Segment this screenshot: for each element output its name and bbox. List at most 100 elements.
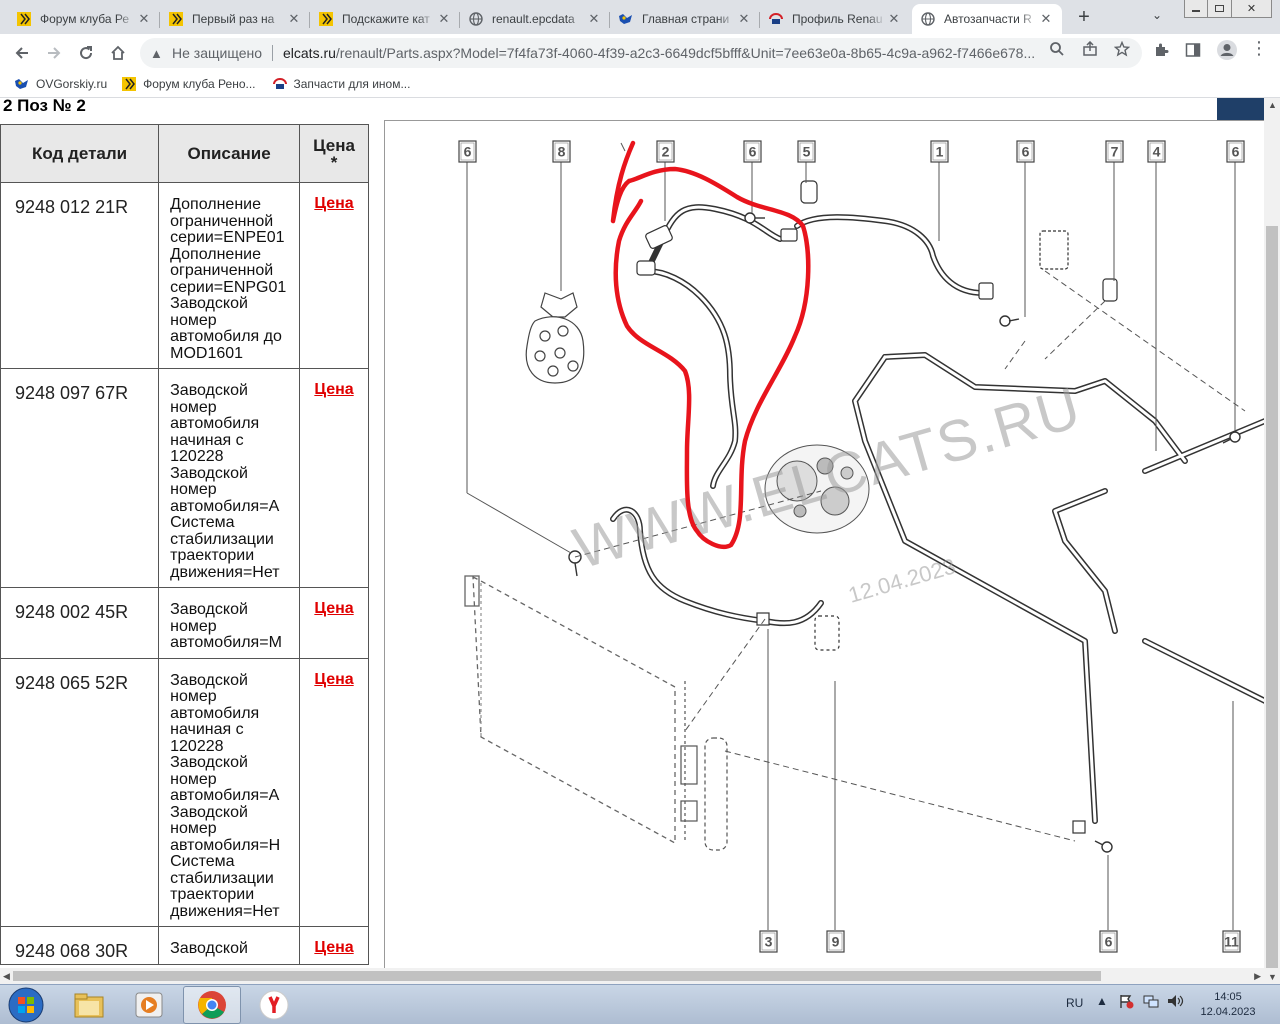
security-label[interactable]: Не защищено (172, 45, 262, 61)
description-line: Заводской (170, 464, 248, 482)
restore-button[interactable] (1208, 0, 1232, 18)
tab-profile-renault[interactable]: Профиль Renau ✕ (760, 4, 910, 34)
taskbar-media-player[interactable] (120, 986, 178, 1024)
tab-main-page[interactable]: Главная страни ✕ (610, 4, 760, 34)
callout-box[interactable]: 3 (759, 930, 778, 953)
minimize-button[interactable] (1184, 0, 1208, 18)
close-window-button[interactable]: ✕ (1232, 0, 1272, 18)
description-line: движения=Нет (170, 563, 280, 581)
taskbar-yandex[interactable] (245, 986, 303, 1024)
vertical-scroll-thumb[interactable] (1266, 226, 1278, 968)
window-controls: ✕ (1184, 0, 1272, 20)
bookmark-parts[interactable]: Запчасти для ином... (272, 76, 410, 92)
ovgorskiy-icon (14, 76, 30, 92)
description-line: номер (170, 770, 217, 788)
horizontal-scrollbar[interactable]: ◀ ▶ (0, 968, 1264, 984)
bookmark-label: Форум клуба Рено... (143, 77, 256, 91)
callout-box[interactable]: 7 (1105, 140, 1124, 163)
profile-avatar-icon[interactable] (1216, 39, 1238, 65)
scroll-left-arrow-icon[interactable]: ◀ (3, 971, 10, 982)
watermark-text: WWW.ELCATS.RU (567, 374, 1089, 581)
tab-title: Автозапчасти R (944, 12, 1032, 26)
price-link[interactable]: Цена (314, 671, 353, 688)
tab-strip: Форум клуба Ре ✕ Первый раз на ✕ Подскаж… (0, 0, 1280, 34)
price-link[interactable]: Цена (314, 939, 353, 956)
windows-logo-icon (8, 987, 44, 1023)
system-clock[interactable]: 14:05 12.04.2023 (1196, 990, 1260, 1020)
bookmark-ovgorskiy[interactable]: OVGorskiy.ru (14, 76, 107, 92)
tab-epcdata[interactable]: renault.epcdata ✕ (460, 4, 610, 34)
taskbar-chrome[interactable] (183, 986, 241, 1024)
share-icon[interactable] (1082, 40, 1098, 61)
price-cell: Цена (299, 368, 369, 588)
tab-title: Первый раз на (192, 12, 275, 26)
url-text[interactable]: elcats.ru/renault/Parts.aspx?Model=7f4fa… (283, 45, 1043, 61)
close-icon[interactable]: ✕ (136, 11, 152, 27)
description-line: начиная с (170, 721, 244, 738)
price-link[interactable]: Цена (314, 381, 353, 398)
arrow-left-icon (15, 47, 28, 59)
language-indicator[interactable]: RU (1066, 996, 1083, 1010)
reload-button[interactable] (73, 40, 99, 66)
bookmark-label: OVGorskiy.ru (36, 77, 108, 91)
show-hidden-icons-arrow-icon[interactable]: ▲ (1096, 994, 1108, 1008)
description-line: MOD1601 (170, 344, 244, 362)
tab-forum-1[interactable]: Форум клуба Ре ✕ (8, 4, 160, 34)
taskbar-explorer[interactable] (60, 986, 118, 1024)
description-line: номер (170, 398, 217, 416)
vertical-scrollbar[interactable]: ▲ ▼ (1264, 98, 1280, 984)
start-button[interactable] (6, 987, 46, 1023)
callout-box[interactable]: 4 (1147, 140, 1166, 163)
close-icon[interactable]: ✕ (586, 11, 602, 27)
bookmark-renault-forum[interactable]: Форум клуба Рено... (121, 76, 256, 92)
scroll-right-arrow-icon[interactable]: ▶ (1254, 971, 1261, 982)
volume-icon[interactable] (1166, 993, 1184, 1012)
tab-forum-3[interactable]: Подскажите кат ✕ (310, 4, 460, 34)
scroll-down-arrow-icon[interactable]: ▼ (1268, 972, 1277, 982)
price-link[interactable]: Цена (314, 600, 353, 617)
close-icon[interactable]: ✕ (436, 11, 452, 27)
callout-box[interactable]: 6 (1099, 930, 1118, 953)
bookmark-star-icon[interactable] (1113, 40, 1131, 61)
callout-box[interactable]: 6 (1226, 140, 1245, 163)
tab-autoparts-active[interactable]: Автозапчасти R ✕ (912, 4, 1062, 34)
menu-kebab-icon[interactable]: ⋮ (1250, 38, 1268, 59)
side-panel-icon[interactable] (1185, 42, 1201, 62)
callout-box[interactable]: 6 (743, 140, 762, 163)
callout-box[interactable]: 8 (552, 140, 571, 163)
callout-box[interactable]: 6 (1016, 140, 1035, 163)
callout-number: 8 (558, 144, 566, 160)
callout-box[interactable]: 11 (1222, 930, 1241, 953)
extensions-puzzle-icon[interactable] (1153, 42, 1169, 62)
tab-forum-2[interactable]: Первый раз на ✕ (160, 4, 310, 34)
callout-box[interactable]: 6 (458, 140, 477, 163)
close-icon[interactable]: ✕ (286, 11, 302, 27)
callout-box[interactable]: 5 (797, 140, 816, 163)
price-link[interactable]: Цена (314, 195, 353, 212)
callout-box[interactable]: 9 (826, 930, 845, 953)
network-icon[interactable] (1142, 993, 1160, 1012)
horizontal-scroll-thumb[interactable] (13, 971, 1101, 981)
close-icon[interactable]: ✕ (886, 11, 902, 27)
address-bar[interactable]: ▲ Не защищено elcats.ru/renault/Parts.as… (140, 38, 1142, 68)
new-tab-button[interactable]: + (1072, 6, 1096, 30)
ovgorskiy-icon (618, 11, 634, 27)
tab-title: Профиль Renau (792, 12, 883, 26)
description-line: автомобиля=A (170, 497, 280, 515)
back-button[interactable] (9, 40, 35, 66)
callout-box[interactable]: 2 (656, 140, 675, 163)
action-center-flag-icon[interactable] (1118, 993, 1134, 1012)
zoom-search-icon[interactable] (1049, 41, 1065, 61)
description-line: ограниченной (170, 212, 274, 230)
home-button[interactable] (105, 40, 131, 66)
home-icon (111, 45, 125, 60)
scroll-up-arrow-icon[interactable]: ▲ (1268, 100, 1277, 110)
forward-button[interactable] (41, 40, 67, 66)
close-icon[interactable]: ✕ (736, 11, 752, 27)
callout-box[interactable]: 1 (930, 140, 949, 163)
close-icon[interactable]: ✕ (1038, 11, 1054, 27)
tab-search-chevron-icon[interactable]: ⌄ (1152, 8, 1162, 22)
renault-forum-icon (318, 11, 334, 27)
column-header-description: Описание (158, 124, 301, 183)
warning-triangle-icon[interactable]: ▲ (150, 46, 166, 61)
